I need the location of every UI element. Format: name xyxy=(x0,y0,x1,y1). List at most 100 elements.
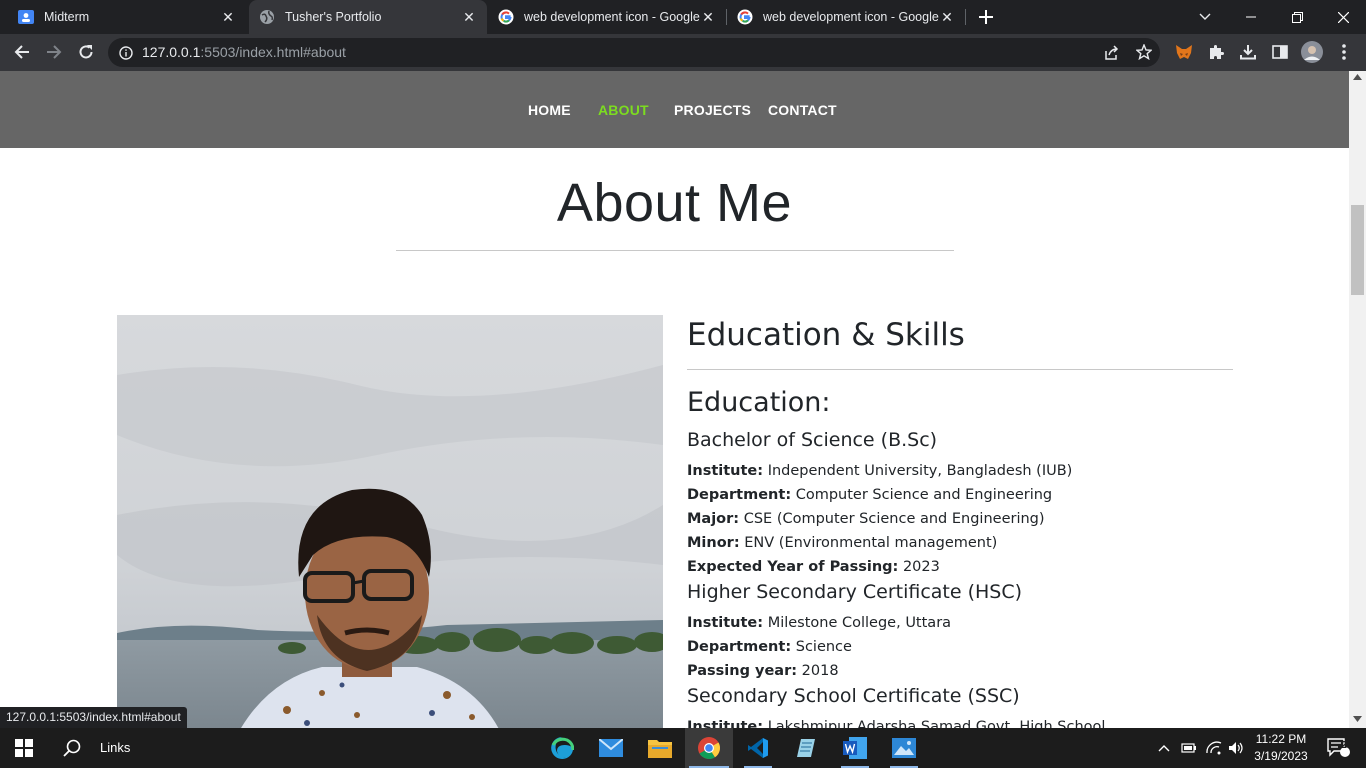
tab-portfolio[interactable]: Tusher's Portfolio ✕ xyxy=(249,0,487,34)
profile-avatar-button[interactable] xyxy=(1296,36,1328,68)
tab-title: web development icon - Google xyxy=(763,10,939,24)
menu-button[interactable] xyxy=(1328,36,1360,68)
close-icon[interactable]: ✕ xyxy=(939,9,955,25)
tab-title: Midterm xyxy=(44,10,90,24)
wifi-indicator[interactable] xyxy=(1204,728,1224,768)
reload-button[interactable] xyxy=(70,36,102,68)
taskbar-clock[interactable]: 11:22 PM 3/19/2023 xyxy=(1250,731,1312,765)
classroom-icon xyxy=(18,9,34,25)
minimize-icon xyxy=(1246,16,1256,18)
forward-button[interactable] xyxy=(38,36,70,68)
side-panel-button[interactable] xyxy=(1264,36,1296,68)
taskbar-file-explorer[interactable] xyxy=(636,728,684,768)
new-tab-button[interactable] xyxy=(964,0,1008,34)
nav-about[interactable]: ABOUT xyxy=(598,102,649,118)
site-navbar: HOME ABOUT PROJECTS CONTACT xyxy=(0,71,1349,148)
mail-icon xyxy=(599,739,623,757)
close-window-button[interactable] xyxy=(1320,0,1366,34)
notification-badge: 2 xyxy=(1341,740,1347,751)
restore-button[interactable] xyxy=(1274,0,1320,34)
divider xyxy=(396,250,954,251)
word-icon xyxy=(843,737,867,759)
bsc-minor: Minor: ENV (Environmental management) xyxy=(687,535,998,551)
search-icon xyxy=(63,739,81,757)
taskbar-vscode[interactable] xyxy=(734,728,782,768)
close-icon[interactable]: ✕ xyxy=(220,9,236,25)
share-icon[interactable] xyxy=(1103,45,1119,65)
google-icon xyxy=(498,9,514,25)
folder-icon xyxy=(648,740,672,758)
nav-projects[interactable]: PROJECTS xyxy=(674,102,751,118)
speaker-icon xyxy=(1229,742,1243,754)
nav-contact[interactable]: CONTACT xyxy=(768,102,837,118)
kebab-menu-icon xyxy=(1342,44,1346,60)
taskbar-mail[interactable] xyxy=(587,728,635,768)
about-heading: About Me xyxy=(556,173,793,233)
url-path: :5503/index.html#about xyxy=(200,44,346,60)
tab-title: web development icon - Google xyxy=(524,10,700,24)
back-button[interactable] xyxy=(6,36,38,68)
start-button[interactable] xyxy=(0,728,48,768)
globe-icon xyxy=(259,9,275,25)
metamask-extension-button[interactable] xyxy=(1168,36,1200,68)
photos-icon xyxy=(892,738,916,758)
scroll-up-icon xyxy=(1353,74,1362,80)
page-scrollbar[interactable] xyxy=(1349,71,1366,728)
taskbar-chrome[interactable] xyxy=(685,728,733,768)
volume-indicator[interactable] xyxy=(1226,728,1246,768)
links-toolbar-label[interactable]: Links xyxy=(100,740,130,755)
taskbar-word[interactable] xyxy=(831,728,879,768)
minimize-button[interactable] xyxy=(1228,0,1274,34)
battery-indicator[interactable] xyxy=(1179,728,1199,768)
address-bar[interactable]: 127.0.0.1:5503/index.html#about xyxy=(108,38,1160,67)
profile-photo xyxy=(117,315,663,728)
tab-search-button[interactable] xyxy=(1182,0,1228,34)
tab-google-search-2[interactable]: web development icon - Google ✕ xyxy=(727,0,965,34)
avatar-icon xyxy=(1301,41,1323,63)
taskbar-search-button[interactable] xyxy=(48,728,96,768)
tab-strip: Midterm ✕ Tusher's Portfolio ✕ web devel… xyxy=(0,0,1366,34)
clock-date: 3/19/2023 xyxy=(1254,749,1308,763)
tab-google-search-1[interactable]: web development icon - Google ✕ xyxy=(488,0,726,34)
close-icon[interactable]: ✕ xyxy=(700,9,716,25)
taskbar-photos[interactable] xyxy=(880,728,928,768)
star-icon[interactable] xyxy=(1135,43,1153,64)
bsc-passing-year: Expected Year of Passing: 2023 xyxy=(687,559,940,575)
extensions-button[interactable] xyxy=(1200,36,1232,68)
tab-midterm[interactable]: Midterm ✕ xyxy=(8,0,246,34)
close-icon[interactable]: ✕ xyxy=(461,9,477,25)
bsc-major: Major: CSE (Computer Science and Enginee… xyxy=(687,511,1045,527)
puzzle-icon xyxy=(1210,45,1224,59)
arrow-left-icon xyxy=(14,45,29,59)
browser-toolbar: 127.0.0.1:5503/index.html#about xyxy=(0,34,1366,71)
google-icon xyxy=(737,9,753,25)
taskbar-notepad-app[interactable] xyxy=(782,728,830,768)
education-skills-heading: Education & Skills xyxy=(687,317,965,353)
degree-heading-bsc: Bachelor of Science (B.Sc) xyxy=(687,429,938,451)
url-host: 127.0.0.1 xyxy=(142,44,201,60)
bsc-department: Department: Computer Science and Enginee… xyxy=(687,487,1053,503)
scrollbar-thumb[interactable] xyxy=(1351,205,1364,295)
edge-icon xyxy=(551,737,574,759)
reload-icon xyxy=(79,45,93,59)
scroll-down-icon xyxy=(1353,716,1362,722)
hsc-passing-year: Passing year: 2018 xyxy=(687,663,839,679)
restore-icon xyxy=(1291,11,1303,23)
taskbar-edge[interactable] xyxy=(538,728,586,768)
windows-logo-icon xyxy=(15,739,33,757)
url-text: 127.0.0.1:5503/index.html#about xyxy=(142,44,346,60)
arrow-right-icon xyxy=(47,45,62,59)
hsc-department: Department: Science xyxy=(687,639,852,655)
clock-time: 11:22 PM xyxy=(1255,732,1307,746)
notification-center-button[interactable]: 2 xyxy=(1318,728,1358,768)
side-panel-icon xyxy=(1272,45,1288,59)
fox-icon xyxy=(1176,45,1192,59)
wifi-icon xyxy=(1206,741,1222,755)
hsc-institute: Institute: Milestone College, Uttara xyxy=(687,615,952,631)
show-hidden-icons[interactable] xyxy=(1156,728,1172,768)
notepad-icon xyxy=(797,739,815,757)
battery-icon xyxy=(1181,743,1196,753)
info-icon[interactable] xyxy=(119,45,133,64)
downloads-button[interactable] xyxy=(1232,36,1264,68)
nav-home[interactable]: HOME xyxy=(528,102,571,118)
